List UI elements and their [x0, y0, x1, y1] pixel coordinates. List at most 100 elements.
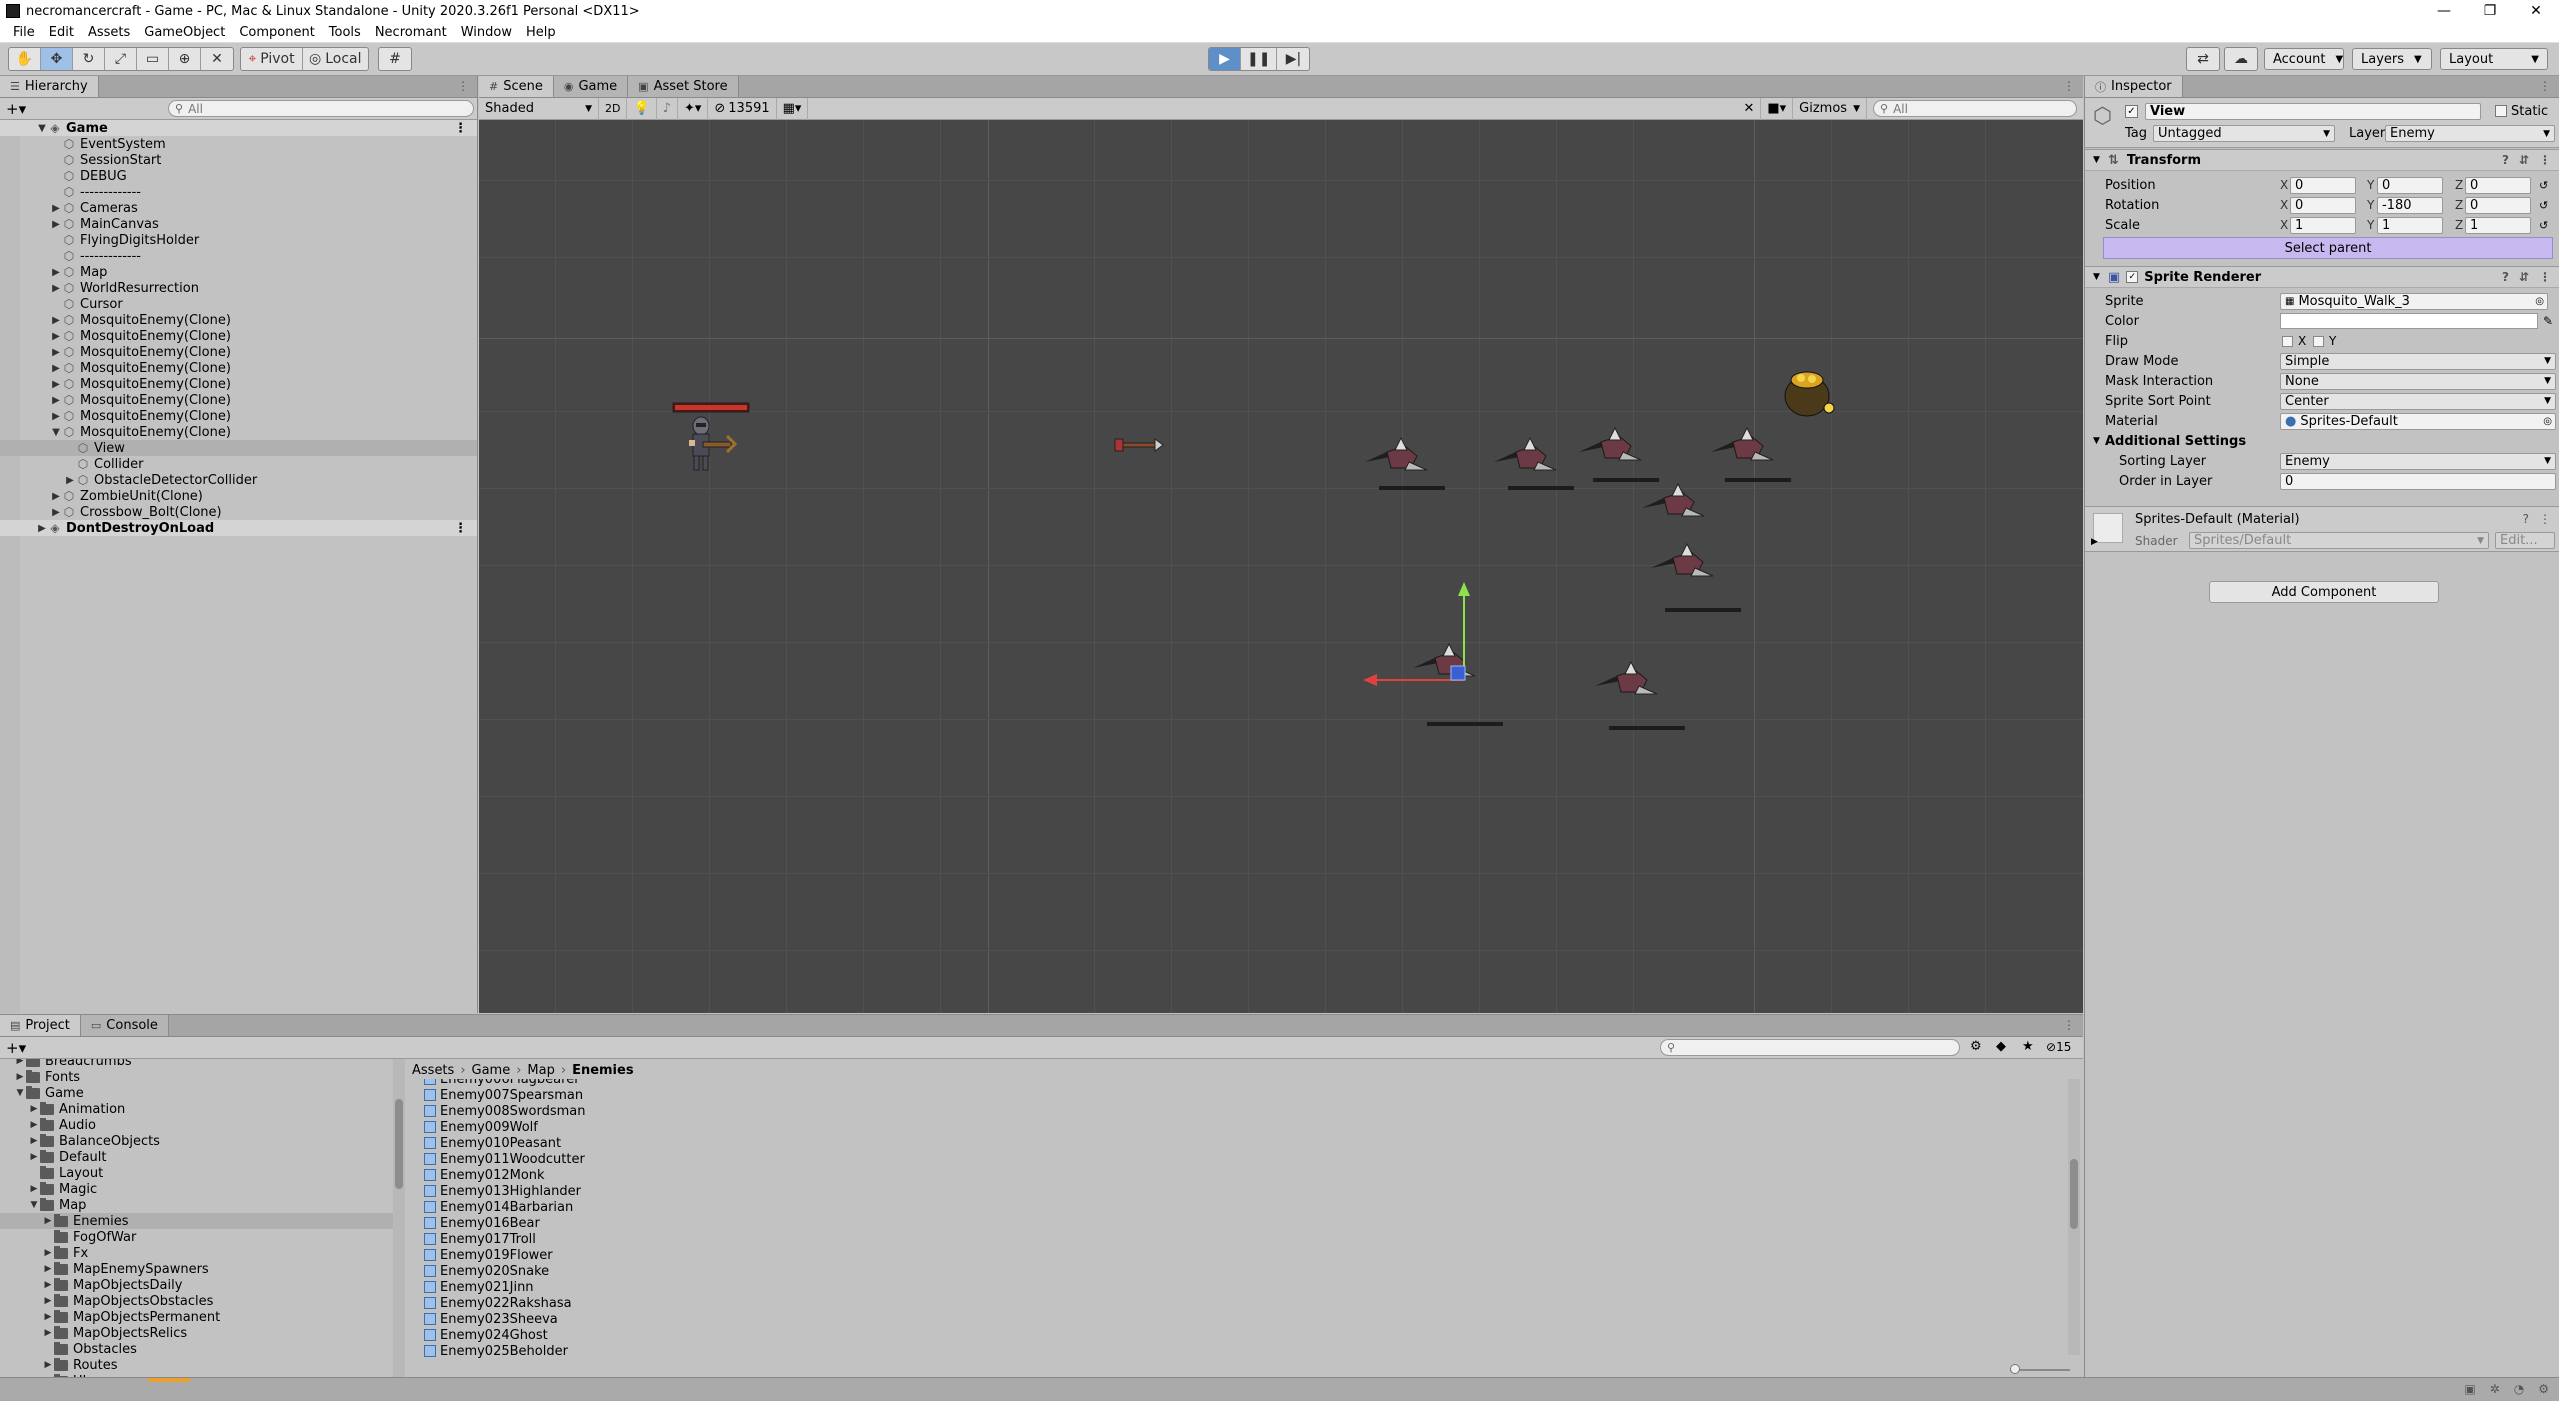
tab-project[interactable]: ▤ Project — [0, 1015, 81, 1036]
folder-tree-item[interactable]: ▶ Routes — [0, 1357, 396, 1373]
tools-icon[interactable]: ✕ — [1737, 97, 1762, 120]
menu-window[interactable]: Window — [454, 25, 519, 40]
notification-icon[interactable]: ◔ — [2514, 1382, 2524, 1396]
transform-tool-icon[interactable]: ⊕ — [169, 48, 201, 70]
filter-by-label-icon[interactable]: ◆ — [1996, 1039, 2006, 1054]
selected-mosquito-sprite[interactable] — [1413, 642, 1503, 726]
collapsed-arrow-icon[interactable]: ▶ — [50, 363, 62, 374]
shader-edit-button[interactable]: Edit... — [2495, 532, 2555, 549]
folder-tree-item[interactable]: ▶ Default — [0, 1149, 396, 1165]
breadcrumb-assets[interactable]: Assets — [412, 1063, 454, 1078]
menu-help[interactable]: Help — [519, 25, 563, 40]
tab-inspector[interactable]: ⓘ Inspector — [2085, 76, 2183, 97]
collapsed-arrow-icon[interactable]: ▶ — [50, 507, 62, 518]
tab-asset-store[interactable]: ▣ Asset Store — [628, 76, 739, 97]
collapsed-arrow-icon[interactable]: ▶ — [42, 1312, 54, 1322]
asset-list-item[interactable]: Enemy025Beholder — [400, 1343, 2083, 1359]
hierarchy-scene-row[interactable]: ▶ ◈ DontDestroyOnLoad ⋮ — [0, 520, 477, 536]
hierarchy-item[interactable]: ⬡ EventSystem — [0, 136, 477, 152]
menu-component[interactable]: Component — [232, 25, 321, 40]
collapsed-arrow-icon[interactable]: ▶ — [50, 267, 62, 278]
preset-icon[interactable]: ⇵ — [2519, 153, 2529, 167]
sprite-renderer-enabled-checkbox[interactable]: ✓ — [2126, 271, 2139, 283]
mask-interaction-dropdown[interactable]: None ▼ — [2280, 372, 2556, 390]
hierarchy-item[interactable]: ▶ ⬡ Cameras — [0, 200, 477, 216]
collapsed-arrow-icon[interactable]: ▶ — [50, 219, 62, 230]
collapsed-arrow-icon[interactable]: ▶ — [42, 1216, 54, 1226]
hierarchy-item[interactable]: ▼ ⬡ MosquitoEnemy(Clone) — [0, 424, 477, 440]
hierarchy-item[interactable]: ⬡ ------------- — [0, 248, 477, 264]
collapsed-arrow-icon[interactable]: ▶ — [50, 203, 62, 214]
asset-list-item[interactable]: Enemy008Swordsman — [400, 1103, 2083, 1119]
additional-settings-row[interactable]: ▼ Additional Settings — [2085, 431, 2559, 451]
hierarchy-item[interactable]: ⬡ DEBUG — [0, 168, 477, 184]
material-object-field[interactable]: ● Sprites-Default ◎ — [2280, 412, 2556, 430]
asset-list-item[interactable]: Enemy016Bear — [400, 1215, 2083, 1231]
transform-header[interactable]: ▼ ⇅ Transform ? ⇵ ⋮ — [2085, 149, 2559, 171]
asset-list-item[interactable]: Enemy021Jinn — [400, 1279, 2083, 1295]
object-picker-icon[interactable]: ◎ — [2543, 416, 2552, 427]
asset-list-item[interactable]: Enemy024Ghost — [400, 1327, 2083, 1343]
files-scroll-thumb[interactable] — [2070, 1159, 2078, 1229]
hierarchy-search-input[interactable]: ⚲ All — [168, 100, 474, 117]
custom-tool-icon[interactable]: ✕ — [201, 48, 233, 70]
minimize-button[interactable]: — — [2421, 0, 2467, 22]
color-swatch[interactable] — [2280, 313, 2538, 329]
collapsed-arrow-icon[interactable]: ▶ — [14, 1072, 26, 1082]
crossbow-bolt-sprite[interactable] — [1114, 438, 1164, 452]
hierarchy-item[interactable]: ⬡ Cursor — [0, 296, 477, 312]
shader-dropdown[interactable]: Sprites/Default ▼ — [2189, 532, 2489, 549]
hierarchy-item[interactable]: ▶ ⬡ MosquitoEnemy(Clone) — [0, 408, 477, 424]
tag-dropdown[interactable]: Untagged ▼ — [2153, 125, 2335, 142]
collapsed-arrow-icon[interactable]: ▶ — [28, 1152, 40, 1162]
collapsed-arrow-icon[interactable]: ▶ — [36, 523, 48, 534]
breadcrumb-game[interactable]: Game — [472, 1063, 511, 1078]
folder-tree-item[interactable]: ▶ MapObjectsRelics — [0, 1325, 396, 1341]
layers-dropdown[interactable]: Layers ▼ — [2352, 48, 2432, 70]
menu-necromant[interactable]: Necromant — [368, 25, 454, 40]
scale-z-field[interactable]: 1 — [2465, 216, 2531, 234]
effects-icon[interactable]: ✦▾ — [678, 97, 709, 120]
tab-game[interactable]: ◉ Game — [553, 76, 629, 97]
flip-y-checkbox[interactable] — [2313, 335, 2324, 347]
mosquito-enemy-sprite[interactable] — [1579, 426, 1659, 482]
foldout-arrow-icon[interactable]: ▶ — [2091, 537, 2098, 547]
create-asset-icon[interactable]: +▾ — [6, 1039, 26, 1057]
sprite-sort-point-dropdown[interactable]: Center ▼ — [2280, 392, 2556, 410]
menu-assets[interactable]: Assets — [81, 25, 137, 40]
audio-icon[interactable]: ♪ — [657, 97, 678, 120]
collapsed-arrow-icon[interactable]: ▶ — [50, 347, 62, 358]
asset-list-item[interactable]: Enemy013Highlander — [400, 1183, 2083, 1199]
help-icon[interactable]: ? — [2502, 270, 2509, 284]
hierarchy-item[interactable]: ▶ ⬡ WorldResurrection — [0, 280, 477, 296]
tab-scene[interactable]: # Scene — [479, 76, 554, 97]
collapsed-arrow-icon[interactable]: ▶ — [42, 1360, 54, 1370]
position-y-field[interactable]: 0 — [2377, 176, 2443, 194]
preset-icon[interactable]: ⇵ — [2519, 270, 2529, 284]
hierarchy-item[interactable]: ▶ ⬡ Crossbow_Bolt(Clone) — [0, 504, 477, 520]
collapsed-arrow-icon[interactable]: ▶ — [50, 315, 62, 326]
asset-list-item[interactable]: Enemy007Spearsman — [400, 1087, 2083, 1103]
grid-icon[interactable]: ▦▾ — [777, 97, 809, 120]
folder-tree-item[interactable]: FogOfWar — [0, 1229, 396, 1245]
collapsed-arrow-icon[interactable]: ▶ — [50, 395, 62, 406]
project-search-input[interactable]: ⚲ — [1660, 1039, 1960, 1056]
draw-mode-dropdown[interactable]: Simple ▼ — [2280, 352, 2556, 370]
asset-list-item[interactable]: Enemy006Flagbearer — [400, 1079, 2083, 1087]
hierarchy-item[interactable]: ⬡ FlyingDigitsHolder — [0, 232, 477, 248]
folder-tree-item[interactable]: ▶ MapObjectsObstacles — [0, 1293, 396, 1309]
folder-tree-item[interactable]: ▶ MapObjectsPermanent — [0, 1309, 396, 1325]
asset-list-item[interactable]: Enemy017Troll — [400, 1231, 2083, 1247]
breadcrumb-enemies[interactable]: Enemies — [572, 1063, 634, 1078]
tab-hierarchy[interactable]: ☰ Hierarchy — [0, 76, 99, 97]
asset-list-item[interactable]: Enemy012Monk — [400, 1167, 2083, 1183]
mosquito-enemy-sprite[interactable] — [1595, 660, 1685, 730]
component-menu-icon[interactable]: ⋮ — [2539, 153, 2551, 167]
reset-icon[interactable]: ↺ — [2539, 179, 2548, 192]
hierarchy-item[interactable]: ⬡ SessionStart — [0, 152, 477, 168]
rect-tool-icon[interactable]: ▭ — [137, 48, 169, 70]
panel-menu-icon[interactable]: ⋮ — [2063, 79, 2075, 93]
lighting-icon[interactable]: 💡 — [627, 97, 657, 120]
hidden-packages-toggle[interactable]: ⊘15 — [2046, 1040, 2071, 1054]
collapsed-arrow-icon[interactable]: ▶ — [50, 491, 62, 502]
